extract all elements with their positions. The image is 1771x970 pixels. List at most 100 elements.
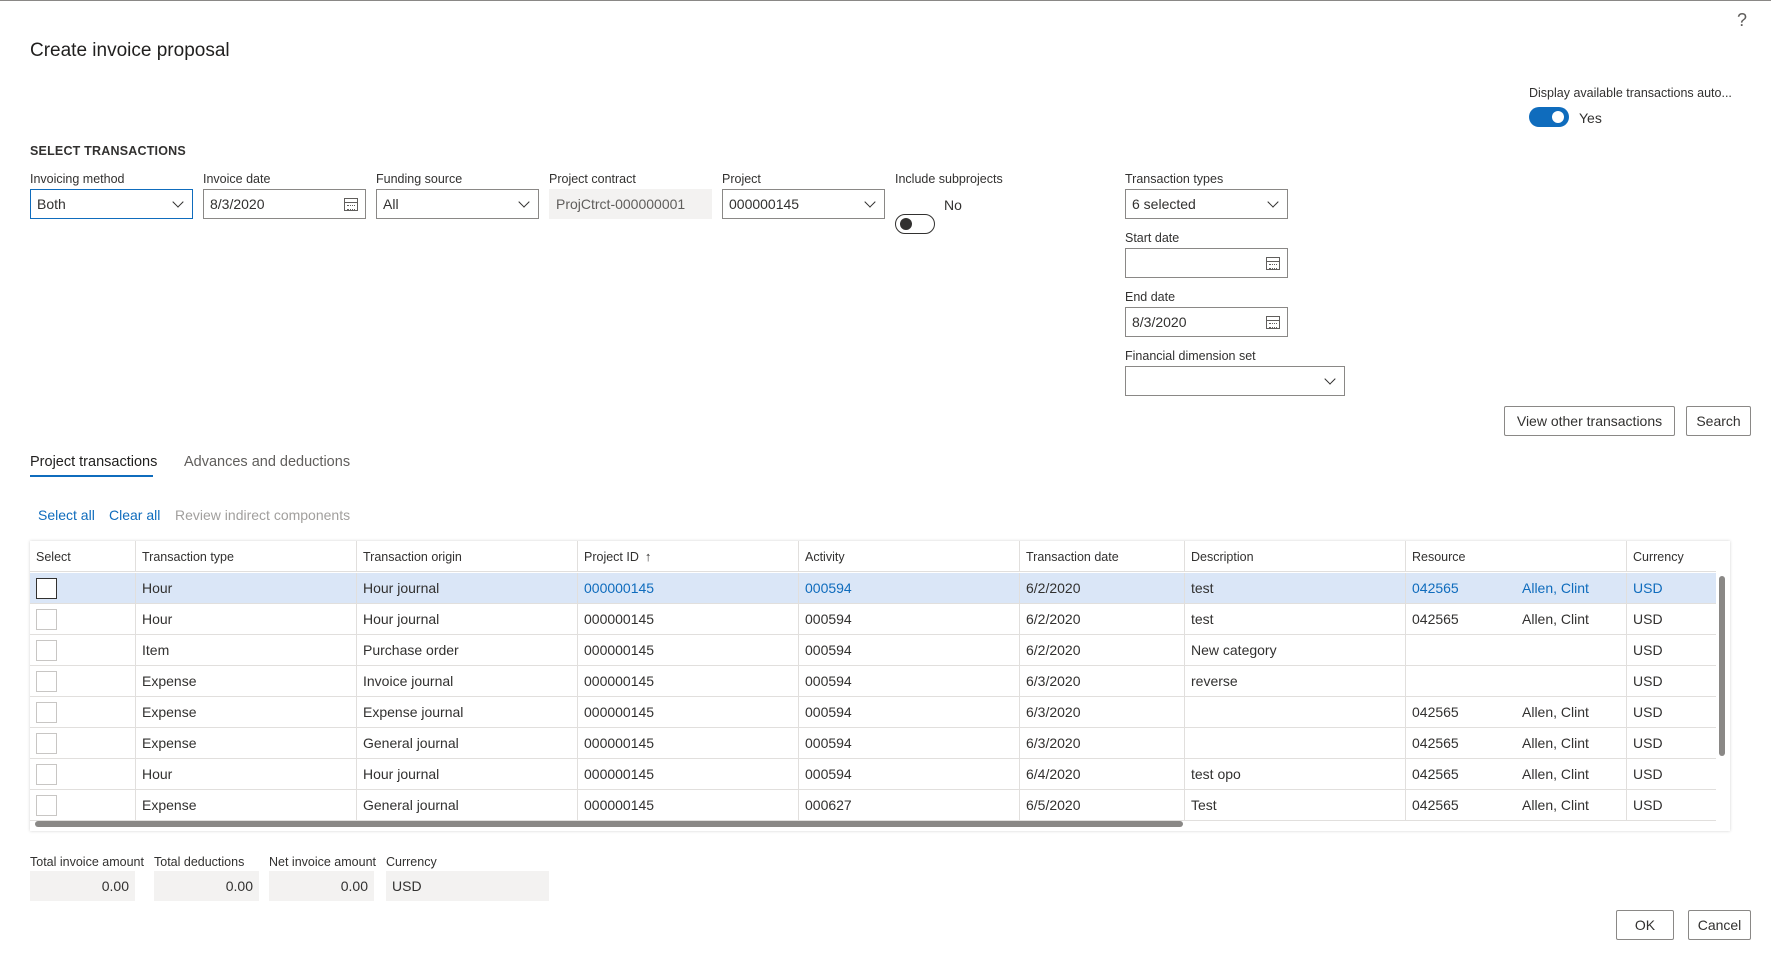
horizontal-scrollbar[interactable]: [35, 821, 1183, 827]
column-header-description[interactable]: Description: [1185, 541, 1406, 572]
row-checkbox-icon[interactable]: [36, 608, 57, 630]
chevron-down-icon[interactable]: [510, 196, 538, 208]
calendar-icon[interactable]: [337, 197, 365, 211]
cell-transaction-date: 6/3/2020: [1020, 666, 1185, 696]
column-header-currency[interactable]: Currency: [1627, 541, 1716, 572]
column-header-project-id[interactable]: Project ID ↑: [578, 541, 799, 572]
include-subprojects-toggle[interactable]: [895, 214, 935, 234]
total-invoice-amount-label: Total invoice amount: [30, 855, 144, 869]
cell-description: Test: [1185, 790, 1406, 820]
cell-resource: 042565: [1412, 797, 1459, 813]
column-header-select[interactable]: Select: [30, 541, 136, 572]
tab-advances-and-deductions[interactable]: Advances and deductions: [184, 454, 350, 470]
start-date-field[interactable]: [1125, 248, 1288, 278]
cell-currency: USD: [1633, 735, 1663, 751]
end-date-field[interactable]: 8/3/2020: [1125, 307, 1288, 337]
transaction-types-select[interactable]: 6 selected: [1125, 189, 1288, 219]
column-header-transaction-type[interactable]: Transaction type: [136, 541, 357, 572]
cancel-button[interactable]: Cancel: [1688, 910, 1751, 940]
cell-project-id[interactable]: 000000145: [578, 573, 799, 603]
cell-activity: 000627: [799, 790, 1020, 820]
cell-currency[interactable]: USD: [1627, 573, 1716, 603]
vertical-scrollbar[interactable]: [1719, 576, 1725, 756]
cell-select: [30, 697, 136, 727]
column-header-transaction-date[interactable]: Transaction date: [1020, 541, 1185, 572]
cell-resource-name[interactable]: Allen, Clint: [1516, 573, 1627, 603]
cell-activity: 000594: [799, 635, 1020, 665]
row-checkbox-icon[interactable]: [36, 639, 57, 661]
section-header-select-transactions: SELECT TRANSACTIONS: [30, 144, 186, 158]
table-row[interactable]: Expense General journal 000000145 000594 6/3…: [30, 728, 1716, 759]
cell-resource-name: Allen, Clint: [1516, 728, 1627, 758]
row-checkbox-icon[interactable]: [36, 701, 57, 723]
cell-transaction-date: 6/4/2020: [1020, 759, 1185, 789]
view-other-transactions-button[interactable]: View other transactions: [1504, 406, 1675, 436]
project-select[interactable]: 000000145: [722, 189, 885, 219]
row-checkbox-icon[interactable]: [36, 577, 57, 599]
invoice-date-field[interactable]: 8/3/2020: [203, 189, 366, 219]
column-header-transaction-origin[interactable]: Transaction origin: [357, 541, 578, 572]
cell-transaction-origin: Invoice journal: [357, 666, 578, 696]
project-value: 000000145: [729, 196, 800, 212]
auto-display-toggle[interactable]: [1529, 107, 1569, 127]
row-checkbox-icon[interactable]: [36, 794, 57, 816]
tab-project-transactions[interactable]: Project transactions: [30, 454, 157, 470]
help-icon[interactable]: ?: [1737, 10, 1747, 31]
cell-transaction-origin: Purchase order: [357, 635, 578, 665]
table-row[interactable]: Hour Hour journal 000000145 000594 6/4/2020 t…: [30, 759, 1716, 790]
total-deductions-value: 0.00: [154, 871, 259, 901]
funding-source-select[interactable]: All: [376, 189, 539, 219]
cell-activity: 000594: [799, 728, 1020, 758]
cell-resource-name: [1516, 635, 1627, 665]
cell-transaction-origin: Expense journal: [357, 697, 578, 727]
cell-currency: USD: [1633, 766, 1663, 782]
cell-currency: USD: [1633, 642, 1663, 658]
invoicing-method-select[interactable]: Both: [30, 189, 193, 219]
column-header-activity[interactable]: Activity: [799, 541, 1020, 572]
cell-activity: 000594: [799, 604, 1020, 634]
include-subprojects-label: Include subprojects: [895, 172, 1003, 186]
cell-resource[interactable]: 042565: [1406, 573, 1516, 603]
calendar-icon[interactable]: [1259, 256, 1287, 270]
auto-display-toggle-label: Yes: [1579, 110, 1602, 126]
clear-all-button[interactable]: Clear all: [109, 507, 160, 523]
cell-resource: [1406, 635, 1516, 665]
transaction-types-value: 6 selected: [1132, 196, 1196, 212]
row-checkbox-icon[interactable]: [36, 763, 57, 785]
calendar-icon[interactable]: [1259, 315, 1287, 329]
start-date-label: Start date: [1125, 231, 1180, 245]
cell-activity: 000594: [799, 759, 1020, 789]
cell-transaction-type: Hour: [136, 573, 357, 603]
cell-project-id: 000000145: [578, 759, 799, 789]
search-button[interactable]: Search: [1686, 406, 1751, 436]
cell-resource: 042565: [1412, 704, 1459, 720]
transactions-grid: Select Transaction type Transaction orig…: [30, 541, 1730, 831]
project-contract-value: ProjCtrct-000000001: [556, 196, 686, 212]
cell-select: [30, 666, 136, 696]
chevron-down-icon[interactable]: [1259, 196, 1287, 208]
table-row[interactable]: Hour Hour journal 000000145 000594 6/2/2020 t…: [30, 573, 1716, 604]
chevron-down-icon[interactable]: [1316, 373, 1344, 385]
column-header-resource[interactable]: Resource: [1406, 541, 1516, 572]
table-row[interactable]: Expense Expense journal 000000145 000594 6/3…: [30, 697, 1716, 728]
table-row[interactable]: Expense General journal 000000145 000627 6/5…: [30, 790, 1716, 821]
ok-button[interactable]: OK: [1616, 910, 1674, 940]
row-checkbox-icon[interactable]: [36, 732, 57, 754]
row-checkbox-icon[interactable]: [36, 670, 57, 692]
financial-dimension-set-select[interactable]: [1125, 366, 1345, 396]
cell-select: [30, 728, 136, 758]
cell-transaction-date: 6/3/2020: [1020, 697, 1185, 727]
table-row[interactable]: Expense Invoice journal 000000145 000594 6/3…: [30, 666, 1716, 697]
cell-transaction-type: Expense: [136, 666, 357, 696]
project-contract-field: ProjCtrct-000000001: [549, 189, 712, 219]
table-row[interactable]: Hour Hour journal 000000145 000594 6/2/2020 t…: [30, 604, 1716, 635]
cell-transaction-origin: Hour journal: [357, 604, 578, 634]
select-all-button[interactable]: Select all: [38, 507, 95, 523]
cell-activity[interactable]: 000594: [799, 573, 1020, 603]
cell-resource-name: Allen, Clint: [1516, 604, 1627, 634]
cell-transaction-origin: Hour journal: [357, 759, 578, 789]
chevron-down-icon[interactable]: [164, 196, 192, 208]
chevron-down-icon[interactable]: [856, 196, 884, 208]
table-row[interactable]: Item Purchase order 000000145 000594 6/2/202…: [30, 635, 1716, 666]
cell-select: [30, 759, 136, 789]
